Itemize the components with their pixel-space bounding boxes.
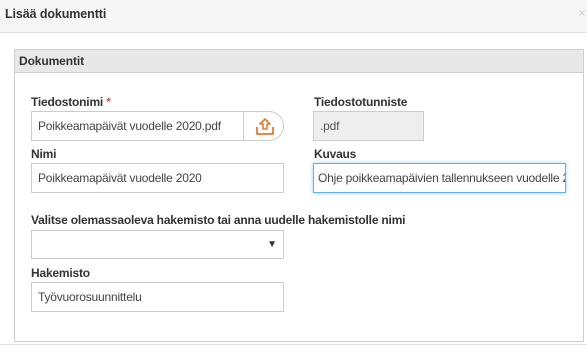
- name-input[interactable]: Poikkeamapäivät vuodelle 2020: [31, 163, 284, 193]
- description-input[interactable]: Ohje poikkeamapäivien tallennukseen vuod…: [313, 163, 566, 193]
- folder-label: Hakemisto: [31, 266, 90, 280]
- upload-button[interactable]: [243, 111, 284, 141]
- close-icon[interactable]: ×: [577, 5, 587, 21]
- add-document-dialog: Lisää dokumentti × Dokumentit Tiedostoni…: [0, 0, 587, 348]
- dialog-header: Lisää dokumentti ×: [0, 0, 587, 33]
- upload-icon: [256, 118, 274, 135]
- panel-title: Dokumentit: [19, 54, 85, 68]
- filename-label-text: Tiedostonimi: [31, 95, 104, 109]
- description-label: Kuvaus: [314, 147, 357, 161]
- extension-field: .pdf: [313, 111, 424, 141]
- chevron-down-icon: ▼: [267, 239, 277, 250]
- dialog-title: Lisää dokumentti: [5, 7, 107, 21]
- name-label: Nimi: [31, 147, 57, 161]
- required-mark: *: [106, 95, 111, 109]
- filename-label: Tiedostonimi *: [31, 95, 111, 109]
- folder-select-label: Valitse olemassaoleva hakemisto tai anna…: [31, 213, 406, 227]
- dialog-divider: [0, 344, 587, 345]
- folder-input[interactable]: Työvuorosuunnittelu: [31, 282, 284, 312]
- filename-input[interactable]: Poikkeamapäivät vuodelle 2020.pdf: [31, 111, 244, 141]
- panel-heading: Dokumentit: [15, 50, 583, 73]
- extension-label: Tiedostotunniste: [314, 95, 408, 109]
- documents-panel: Dokumentit Tiedostonimi * Poikkeamapäivä…: [14, 49, 584, 342]
- folder-select[interactable]: ▼: [31, 230, 284, 259]
